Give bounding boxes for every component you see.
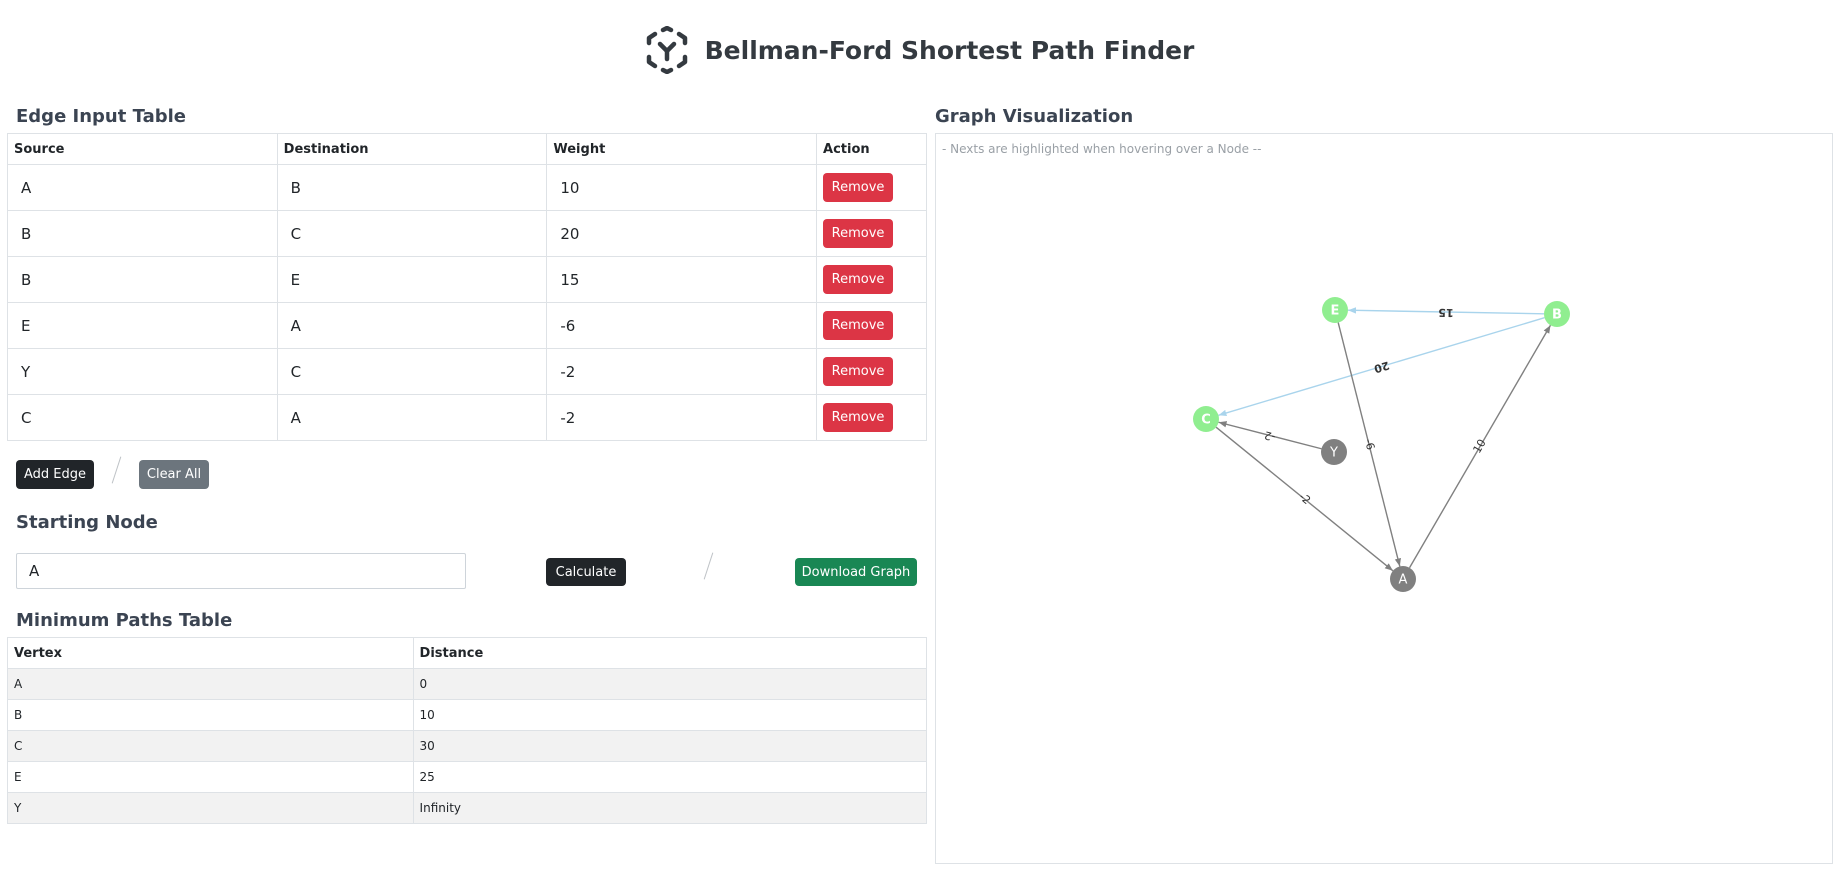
table-row: B 10 [7,699,928,731]
edge-weight: -6 [560,316,576,335]
table-row: E 25 [7,761,928,793]
starting-node-title: Starting Node [16,512,158,533]
vertex-cell: A [7,668,414,700]
vertex-cell: C [7,730,414,762]
edge-row: Y C -2 Remove [7,348,927,395]
remove-edge-button[interactable]: Remove [823,357,894,386]
distance-cell: 0 [412,668,928,700]
table-row: A 0 [7,668,928,700]
column-header-source: Source [7,133,278,165]
edge-source: B [21,224,32,243]
column-header-action: Action [816,133,927,165]
hexagon-y-logo-icon [646,26,687,74]
graph-node-label: Y [1329,446,1338,461]
minimum-paths-table: Vertex Distance A 0 B 10 C 30 E 25 Y Inf… [7,637,928,824]
divider [111,456,122,484]
edge-destination: E [290,270,301,289]
edge-destination: A [290,316,301,335]
edge-source: Y [21,362,31,381]
table-row: Y Infinity [7,792,928,824]
column-header-vertex: Vertex [7,637,414,669]
remove-edge-button[interactable]: Remove [823,311,894,340]
table-row: C 30 [7,730,928,762]
graph-canvas[interactable]: - Nexts are highlighted when hovering ov… [935,133,1833,864]
edge-input-title: Edge Input Table [16,106,186,127]
graph-edge-label: 15 [1438,306,1454,319]
graph-edge-label: 10 [1470,437,1488,456]
edge-row: B E 15 Remove [7,256,927,303]
edge-source: A [21,178,32,197]
graph-node-label: C [1201,413,1211,428]
calculate-button[interactable]: Calculate [546,558,626,586]
graph-edge-label: 20 [1372,359,1391,376]
edge-row: C A -2 Remove [7,394,927,441]
download-graph-button[interactable]: Download Graph [795,558,917,586]
remove-edge-button[interactable]: Remove [823,265,894,294]
edge-destination: B [290,178,301,197]
starting-node-input[interactable] [16,553,466,589]
column-header-weight: Weight [546,133,818,165]
graph-node-label: A [1399,573,1408,588]
divider [703,552,714,580]
edge-destination: C [290,362,302,381]
remove-edge-button[interactable]: Remove [823,403,894,432]
app-header: Bellman-Ford Shortest Path Finder [0,18,1837,82]
column-header-destination: Destination [276,133,548,165]
graph-node-label: E [1331,304,1340,319]
distance-cell: Infinity [412,792,928,824]
graph-svg: 102015-6-2-2E BCYA [1193,297,1570,592]
edge-table-header-row: Source Destination Weight Action [7,133,927,165]
edge-input-table: Source Destination Weight Action A B 10 … [7,133,927,441]
graph-node-label: B [1552,308,1562,323]
remove-edge-button[interactable]: Remove [823,173,894,202]
add-edge-button[interactable]: Add Edge [16,460,94,489]
edge-weight: 15 [560,270,580,289]
edge-source: B [21,270,32,289]
edge-destination: A [290,408,301,427]
edge-weight: 10 [560,178,580,197]
edge-weight: -2 [560,362,576,381]
edge-row: B C 20 Remove [7,210,927,257]
column-header-distance: Distance [412,637,928,669]
minimum-paths-title: Minimum Paths Table [16,610,233,631]
graph-visualization-title: Graph Visualization [935,106,1134,127]
distance-cell: 25 [412,761,928,793]
vertex-cell: E [7,761,414,793]
graph-edge-label: -2 [1263,428,1277,443]
remove-edge-button[interactable]: Remove [823,219,894,248]
paths-table-header-row: Vertex Distance [7,637,928,669]
distance-cell: 10 [412,699,928,731]
edge-source: C [21,408,32,427]
edge-weight: 20 [560,224,580,243]
distance-cell: 30 [412,730,928,762]
edge-row: A B 10 Remove [7,164,927,211]
graph-edge-label: -6 [1362,437,1377,451]
vertex-cell: B [7,699,414,731]
clear-all-button[interactable]: Clear All [139,460,209,489]
edge-destination: C [290,224,302,243]
app-title: Bellman-Ford Shortest Path Finder [704,35,1195,65]
edge-source: E [21,316,31,335]
edge-row: E A -6 Remove [7,302,927,349]
edge-weight: -2 [560,408,576,427]
vertex-cell: Y [7,792,414,824]
